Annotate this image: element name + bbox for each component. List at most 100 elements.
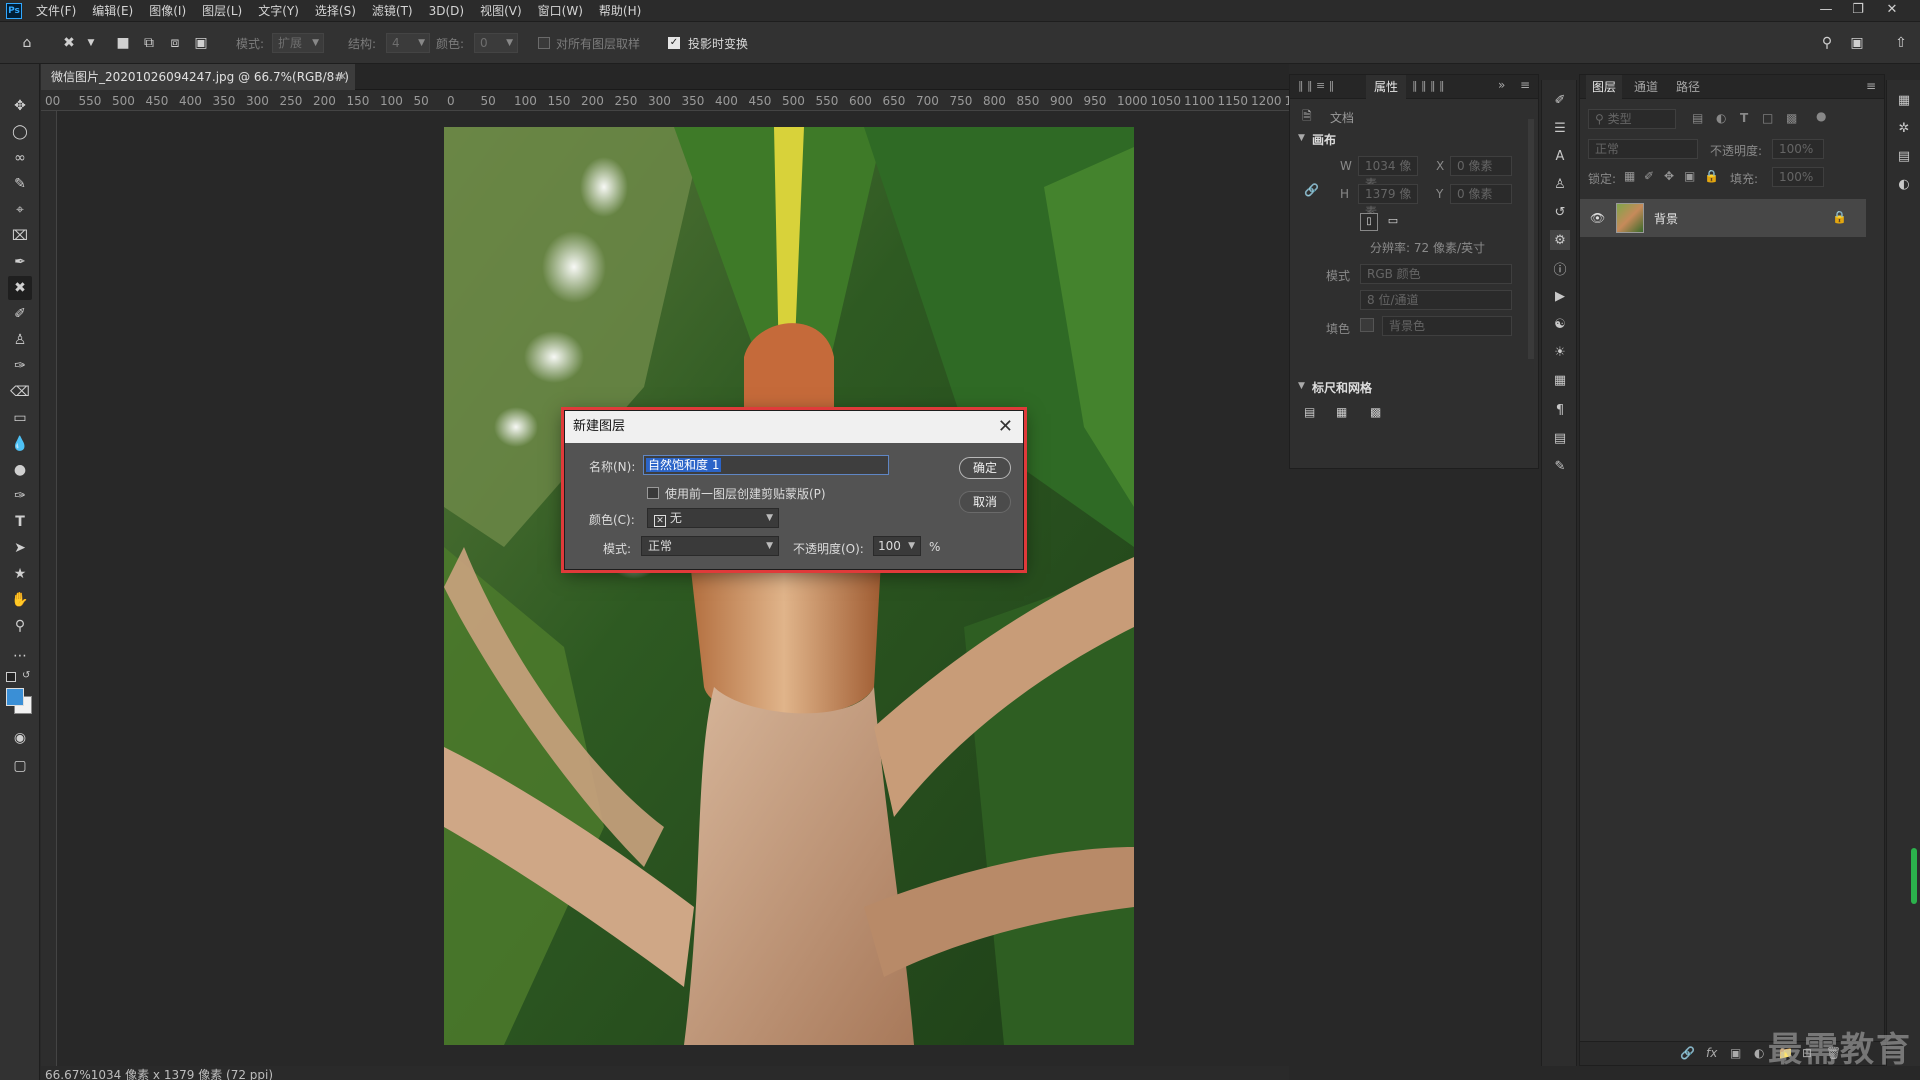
zoom-tool-icon[interactable]: ⚲	[8, 614, 32, 638]
ok-button[interactable]: 确定	[959, 457, 1011, 479]
tab-channels[interactable]: 通道	[1628, 75, 1664, 99]
chevron-down-icon[interactable]: ▼	[1298, 133, 1305, 143]
dodge-tool-icon[interactable]: ●	[8, 458, 32, 482]
actions-icon[interactable]: ▶	[1550, 286, 1570, 306]
crop-tool-icon[interactable]: ⌖	[8, 198, 32, 222]
frame-tool-icon[interactable]: ⌧	[8, 224, 32, 248]
history-icon[interactable]: ↺	[1550, 202, 1570, 222]
menu-image[interactable]: 图像(I)	[141, 0, 194, 22]
menu-edit[interactable]: 编辑(E)	[84, 0, 141, 22]
layers-menu-icon[interactable]: ≡	[1866, 79, 1876, 93]
share-icon[interactable]: ⇧	[1890, 32, 1912, 54]
brush-settings-icon[interactable]: ✐	[1550, 90, 1570, 110]
intersect-selection-icon[interactable]: ▣	[190, 32, 212, 54]
menu-window[interactable]: 窗口(W)	[530, 0, 591, 22]
character-icon[interactable]: A	[1550, 146, 1570, 166]
tab-paths[interactable]: 路径	[1670, 75, 1706, 99]
search-icon[interactable]: ⚲	[1816, 32, 1838, 54]
clone-source-icon[interactable]: ♙	[1550, 174, 1570, 194]
properties-scrollbar[interactable]	[1528, 119, 1534, 359]
menu-type[interactable]: 文字(Y)	[250, 0, 307, 22]
blur-tool-icon[interactable]: 💧	[8, 432, 32, 456]
info-icon[interactable]: ⓘ	[1550, 258, 1570, 278]
collapse-panels-icon[interactable]: »	[1498, 78, 1505, 92]
fill-color-swatch[interactable]	[1360, 318, 1374, 332]
link-layers-icon[interactable]: 🔗	[1680, 1046, 1695, 1060]
mode-select[interactable]: 正常 ▼	[641, 536, 779, 556]
filter-type-icon[interactable]: T	[1740, 111, 1748, 125]
scroll-indicator[interactable]	[1911, 848, 1917, 904]
move-tool-icon[interactable]: ✥	[8, 94, 32, 118]
color-mode-select[interactable]: RGB 颜色	[1360, 264, 1512, 284]
opacity-field[interactable]: 100 ▼	[873, 536, 921, 556]
restore-icon[interactable]: ❐	[1842, 0, 1874, 22]
sample-all-layers-checkbox[interactable]	[538, 37, 550, 49]
path-selection-tool-icon[interactable]: ➤	[8, 536, 32, 560]
blend-mode-select[interactable]: 正常	[1588, 139, 1698, 159]
lasso-tool-icon[interactable]: ∞	[8, 146, 32, 170]
properties-icon[interactable]: ⚙	[1550, 230, 1570, 250]
add-to-selection-icon[interactable]: ⧉	[138, 32, 160, 54]
guides-icon[interactable]: ▩	[1370, 405, 1381, 419]
notes-icon[interactable]: ✎	[1550, 456, 1570, 476]
content-aware-move-tool-icon[interactable]: ✖	[58, 32, 80, 54]
panel-tabs-right-icons[interactable]: ‖ ‖ ‖ ‖	[1412, 79, 1445, 92]
menu-view[interactable]: 视图(V)	[472, 0, 530, 22]
layer-fill-field[interactable]: 100%	[1772, 167, 1824, 187]
filter-toggle-icon[interactable]: ●	[1816, 109, 1826, 123]
quick-mask-icon[interactable]: ◉	[8, 726, 32, 750]
menu-layer[interactable]: 图层(L)	[194, 0, 250, 22]
libraries-icon[interactable]: ▤	[1894, 146, 1914, 166]
minimize-icon[interactable]: —	[1810, 0, 1842, 22]
quick-selection-tool-icon[interactable]: ✎	[8, 172, 32, 196]
panel-tabs-left-icons[interactable]: ‖ ‖ ≡ ‖	[1298, 79, 1334, 92]
swap-colors-icon[interactable]: ↺	[22, 670, 30, 681]
content-aware-move-tool-icon[interactable]: ✖	[8, 276, 32, 300]
structure-select[interactable]: 4 ▼	[386, 33, 430, 53]
marquee-tool-icon[interactable]: ◯	[8, 120, 32, 144]
portrait-orientation-icon[interactable]: ▯	[1360, 213, 1378, 231]
cancel-button[interactable]: 取消	[959, 491, 1011, 513]
subtract-selection-icon[interactable]: ⧈	[164, 32, 186, 54]
histogram-icon[interactable]: ▦	[1894, 90, 1914, 110]
filter-smart-object-icon[interactable]: ▩	[1786, 111, 1797, 125]
link-icon[interactable]: 🔗	[1304, 183, 1319, 197]
filter-pixel-icon[interactable]: ▤	[1692, 111, 1703, 125]
shape-tool-icon[interactable]: ★	[8, 562, 32, 586]
menu-select[interactable]: 选择(S)	[307, 0, 364, 22]
menu-filter[interactable]: 滤镜(T)	[364, 0, 421, 22]
paragraph-styles-icon[interactable]: ▤	[1550, 428, 1570, 448]
height-field[interactable]: 1379 像素	[1358, 184, 1418, 219]
eraser-tool-icon[interactable]: ⌫	[8, 380, 32, 404]
transform-on-drop-checkbox[interactable]: ✓	[668, 37, 680, 49]
channels-icon[interactable]: ☯	[1550, 314, 1570, 334]
more-tools-icon[interactable]: ⋯	[8, 644, 32, 668]
hand-tool-icon[interactable]: ✋	[8, 588, 32, 612]
close-tab-icon[interactable]: ✕	[338, 64, 347, 90]
pen-tool-icon[interactable]: ✑	[8, 484, 32, 508]
bit-depth-select[interactable]: 8 位/通道	[1360, 290, 1512, 310]
chevron-down-icon[interactable]: ▼	[1298, 381, 1305, 391]
grid-icon[interactable]: ▦	[1336, 405, 1347, 419]
screen-mode-icon[interactable]: ▢	[8, 754, 32, 778]
menu-help[interactable]: 帮助(H)	[591, 0, 649, 22]
swatches-icon[interactable]: ◐	[1894, 174, 1914, 194]
foreground-color-swatch[interactable]	[6, 688, 24, 706]
workspace-icon[interactable]: ▣	[1846, 32, 1868, 54]
clipping-mask-checkbox[interactable]	[647, 487, 659, 499]
menu-3d[interactable]: 3D(D)	[421, 0, 472, 22]
x-field[interactable]: 0 像素	[1450, 156, 1512, 176]
layer-style-icon[interactable]: fx	[1706, 1046, 1717, 1060]
clone-stamp-tool-icon[interactable]: ♙	[8, 328, 32, 352]
lock-transparent-icon[interactable]: ▦	[1624, 169, 1635, 183]
ruler-icon[interactable]: ▤	[1304, 405, 1315, 419]
lock-pixels-icon[interactable]: ✐	[1644, 169, 1654, 183]
table-icon[interactable]: ▦	[1550, 370, 1570, 390]
width-field[interactable]: 1034 像素	[1358, 156, 1418, 191]
new-adjustment-icon[interactable]: ◐	[1754, 1046, 1764, 1060]
fill-select[interactable]: 背景色	[1382, 316, 1512, 336]
type-tool-icon[interactable]: T	[8, 510, 32, 534]
tab-layers[interactable]: 图层	[1586, 75, 1623, 99]
y-field[interactable]: 0 像素	[1450, 184, 1512, 204]
3d-icon[interactable]: ☀	[1550, 342, 1570, 362]
